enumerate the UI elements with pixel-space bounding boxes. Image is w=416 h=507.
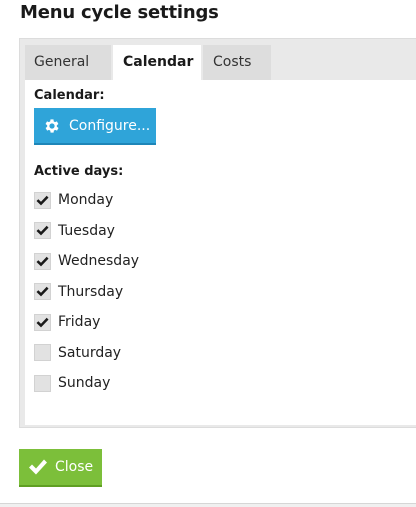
tab-panel: General Calendar Costs Calendar: Configu… [19, 38, 416, 428]
day-label: Sunday [58, 375, 111, 391]
checkmark-icon [36, 225, 49, 236]
checkbox-wednesday[interactable] [34, 252, 51, 270]
day-row-saturday[interactable]: Saturday [34, 343, 121, 363]
checkbox-tuesday[interactable] [34, 222, 51, 239]
calendar-section-label: Calendar: [34, 88, 105, 103]
checkbox-thursday[interactable] [34, 283, 51, 300]
active-days-section-label: Active days: [34, 164, 124, 179]
day-row-sunday[interactable]: Sunday [34, 373, 110, 393]
day-label: Tuesday [58, 222, 115, 239]
gear-icon [45, 118, 59, 133]
calendar-tab-content: Calendar: Configure... Active days: Mond… [25, 80, 416, 425]
checkbox-monday[interactable] [34, 191, 51, 209]
checkmark-icon [36, 256, 49, 266]
day-label: Thursday [58, 283, 124, 300]
checkbox-friday[interactable] [34, 313, 51, 331]
tab-costs[interactable]: Costs [203, 45, 271, 80]
tab-calendar[interactable]: Calendar [113, 45, 201, 80]
checkmark-icon [29, 459, 47, 475]
day-label: Saturday [58, 344, 122, 361]
close-button[interactable]: Close [19, 449, 102, 487]
tab-bar: General Calendar Costs [25, 45, 271, 80]
day-row-thursday[interactable]: Thursday [34, 282, 123, 302]
tab-general[interactable]: General [25, 45, 111, 80]
day-label: Monday [58, 192, 114, 208]
day-row-monday[interactable]: Monday [34, 190, 113, 210]
day-label: Wednesday [58, 253, 140, 269]
menu-cycle-settings-dialog: Menu cycle settings General Calendar Cos… [0, 0, 416, 504]
day-row-tuesday[interactable]: Tuesday [34, 221, 115, 241]
day-label: Friday [58, 314, 101, 330]
checkmark-icon [36, 195, 49, 205]
day-row-wednesday[interactable]: Wednesday [34, 251, 139, 271]
checkmark-icon [36, 286, 49, 297]
configure-button[interactable]: Configure... [34, 108, 156, 145]
checkbox-saturday[interactable] [34, 344, 51, 361]
configure-button-label: Configure... [69, 117, 151, 134]
checkbox-sunday[interactable] [34, 374, 51, 392]
day-row-friday[interactable]: Friday [34, 312, 100, 332]
dialog-title: Menu cycle settings [20, 2, 219, 23]
checkmark-icon [36, 317, 49, 327]
close-button-label: Close [55, 459, 94, 475]
